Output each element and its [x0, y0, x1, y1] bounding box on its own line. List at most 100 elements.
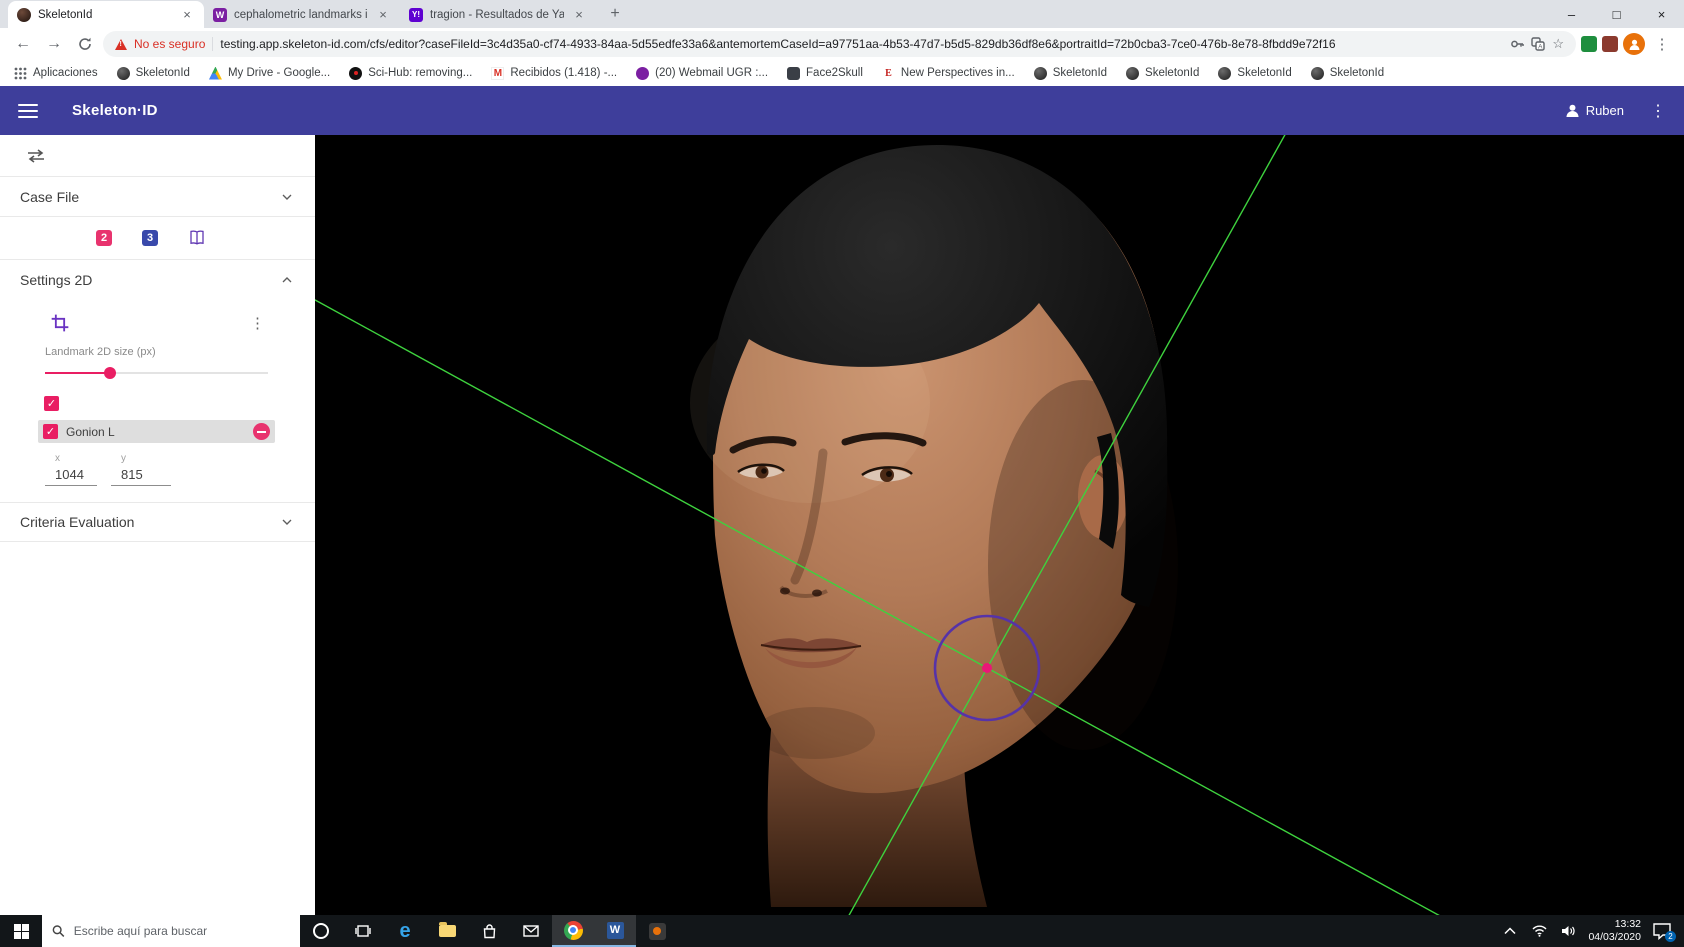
- task-view-button[interactable]: [342, 915, 384, 947]
- not-secure-warning-icon[interactable]: [115, 38, 127, 50]
- bookmark-star-icon[interactable]: ☆: [1552, 36, 1564, 52]
- bookmark-new-perspectives[interactable]: E New Perspectives in...: [882, 67, 1015, 80]
- tab-close-icon[interactable]: ×: [179, 7, 195, 23]
- landmark-list-item[interactable]: Gonion L: [38, 420, 275, 443]
- view-3d-button[interactable]: 3: [142, 230, 158, 246]
- tab-close-icon[interactable]: ×: [375, 7, 391, 23]
- maximize-button[interactable]: □: [1594, 0, 1639, 28]
- store-button[interactable]: [468, 915, 510, 947]
- tray-expand-button[interactable]: [1501, 927, 1519, 935]
- tab-cephalometric[interactable]: W cephalometric landmarks in obli ×: [204, 1, 400, 28]
- mail-envelope-icon: [523, 925, 539, 937]
- back-button[interactable]: ←: [10, 31, 36, 57]
- edge-icon: e: [399, 920, 411, 942]
- landmark-point-gonion[interactable]: [982, 663, 992, 673]
- coordinate-y-field[interactable]: y 815: [111, 453, 171, 486]
- search-input[interactable]: [73, 924, 290, 938]
- action-center-button[interactable]: 2: [1652, 922, 1676, 942]
- section-settings-2d[interactable]: Settings 2D: [0, 260, 315, 300]
- tab-title: cephalometric landmarks in obli: [234, 8, 368, 21]
- section-case-file[interactable]: Case File: [0, 177, 315, 217]
- remove-landmark-button[interactable]: [253, 423, 270, 440]
- edge-button[interactable]: e: [384, 915, 426, 947]
- taskbar-search[interactable]: [42, 915, 300, 947]
- globe-icon: [1218, 66, 1232, 80]
- view-2d-button[interactable]: 2: [96, 230, 112, 246]
- section-criteria-evaluation[interactable]: Criteria Evaluation: [0, 502, 315, 542]
- yahoo-favicon-icon: Y!: [409, 7, 423, 22]
- minimize-button[interactable]: –: [1549, 0, 1594, 28]
- bookmark-face2skull[interactable]: Face2Skull: [787, 66, 863, 80]
- settings-kebab-menu-icon[interactable]: ⋮: [250, 314, 265, 332]
- app-title: Skeleton·ID: [72, 102, 158, 119]
- mail-button[interactable]: [510, 915, 552, 947]
- bookmark-webmail-ugr[interactable]: (20) Webmail UGR :...: [636, 66, 768, 80]
- clock-date: 04/03/2020: [1588, 931, 1641, 943]
- security-label[interactable]: No es seguro: [134, 37, 205, 51]
- network-button[interactable]: [1530, 925, 1548, 937]
- reload-icon: [79, 37, 91, 50]
- x-label: x: [55, 453, 60, 464]
- bookmark-skeletonid-4[interactable]: SkeletonId: [1218, 66, 1292, 80]
- store-bag-icon: [483, 923, 495, 938]
- x-value[interactable]: 1044: [45, 464, 97, 486]
- address-omnibox[interactable]: No es seguro testing.app.skeleton-id.com…: [103, 31, 1576, 57]
- bookmark-mydrive[interactable]: My Drive - Google...: [208, 66, 330, 80]
- new-tab-button[interactable]: +: [602, 1, 628, 27]
- settings-2d-tools: ⋮: [0, 300, 315, 342]
- profile-avatar[interactable]: [1623, 33, 1645, 55]
- forward-button[interactable]: →: [41, 31, 67, 57]
- person-icon: [1629, 39, 1639, 50]
- taskbar-clock[interactable]: 13:32 04/03/2020: [1588, 918, 1641, 944]
- globe-icon: [1126, 66, 1140, 80]
- translate-icon[interactable]: A: [1531, 37, 1546, 51]
- y-value[interactable]: 815: [111, 464, 171, 486]
- tab-close-icon[interactable]: ×: [571, 7, 587, 23]
- close-button[interactable]: ×: [1639, 0, 1684, 28]
- url-text: testing.app.skeleton-id.com/cfs/editor?c…: [220, 37, 1336, 51]
- model-viewport[interactable]: [315, 135, 1684, 915]
- bookmark-skeletonid-3[interactable]: SkeletonId: [1126, 66, 1199, 80]
- show-landmarks-checkbox[interactable]: [44, 396, 59, 411]
- app-menu-icon[interactable]: ⋮: [1650, 101, 1666, 121]
- password-key-icon[interactable]: [1510, 37, 1525, 51]
- folder-icon: [438, 922, 456, 937]
- user-menu[interactable]: Ruben: [1565, 103, 1624, 118]
- bookmark-skeletonid-1[interactable]: SkeletonId: [116, 66, 190, 80]
- extension-icon-2[interactable]: [1602, 36, 1618, 52]
- landmark-size-slider[interactable]: [45, 366, 268, 380]
- file-explorer-button[interactable]: [426, 915, 468, 947]
- start-button[interactable]: [0, 915, 42, 947]
- coordinate-x-field[interactable]: x 1044: [45, 453, 97, 486]
- tab-tragion-yahoo[interactable]: Y! tragion - Resultados de Yahoo Es ×: [400, 1, 596, 28]
- reload-button[interactable]: [72, 31, 98, 57]
- apps-grid-icon: [14, 67, 27, 79]
- bookmark-skeletonid-5[interactable]: SkeletonId: [1310, 66, 1385, 80]
- volume-button[interactable]: [1559, 925, 1577, 937]
- hamburger-menu-icon[interactable]: [18, 103, 38, 118]
- landmark-checkbox[interactable]: [43, 424, 58, 439]
- word-button[interactable]: W: [594, 915, 636, 947]
- globe-icon: [1033, 66, 1047, 80]
- tab-skeletonid[interactable]: SkeletonId ×: [8, 1, 204, 28]
- y-label: y: [121, 453, 126, 464]
- model-chin-shadow: [755, 707, 875, 759]
- view-toggle-row: 2 3: [0, 217, 315, 260]
- bookmark-gmail-inbox[interactable]: M Recibidos (1.418) -...: [491, 66, 617, 80]
- browser-menu-icon[interactable]: ⋮: [1650, 35, 1674, 53]
- cortana-button[interactable]: [300, 915, 342, 947]
- bookmark-scihub[interactable]: Sci-Hub: removing...: [349, 66, 472, 80]
- landmark-size-slider-thumb[interactable]: [103, 367, 116, 379]
- search-icon: [52, 925, 65, 937]
- task-view-icon: [355, 925, 371, 937]
- bookmark-label: SkeletonId: [1329, 67, 1385, 79]
- crop-icon[interactable]: [50, 313, 70, 333]
- bookmark-apps[interactable]: Aplicaciones: [14, 67, 98, 80]
- swap-arrows-icon[interactable]: [26, 148, 46, 164]
- word-icon: W: [606, 921, 624, 939]
- compare-book-icon[interactable]: [188, 229, 206, 247]
- extension-icon-1[interactable]: [1581, 36, 1597, 52]
- chrome-button[interactable]: [552, 915, 594, 947]
- bookmark-skeletonid-2[interactable]: SkeletonId: [1033, 66, 1107, 80]
- taskbar-app-unknown[interactable]: [636, 915, 678, 947]
